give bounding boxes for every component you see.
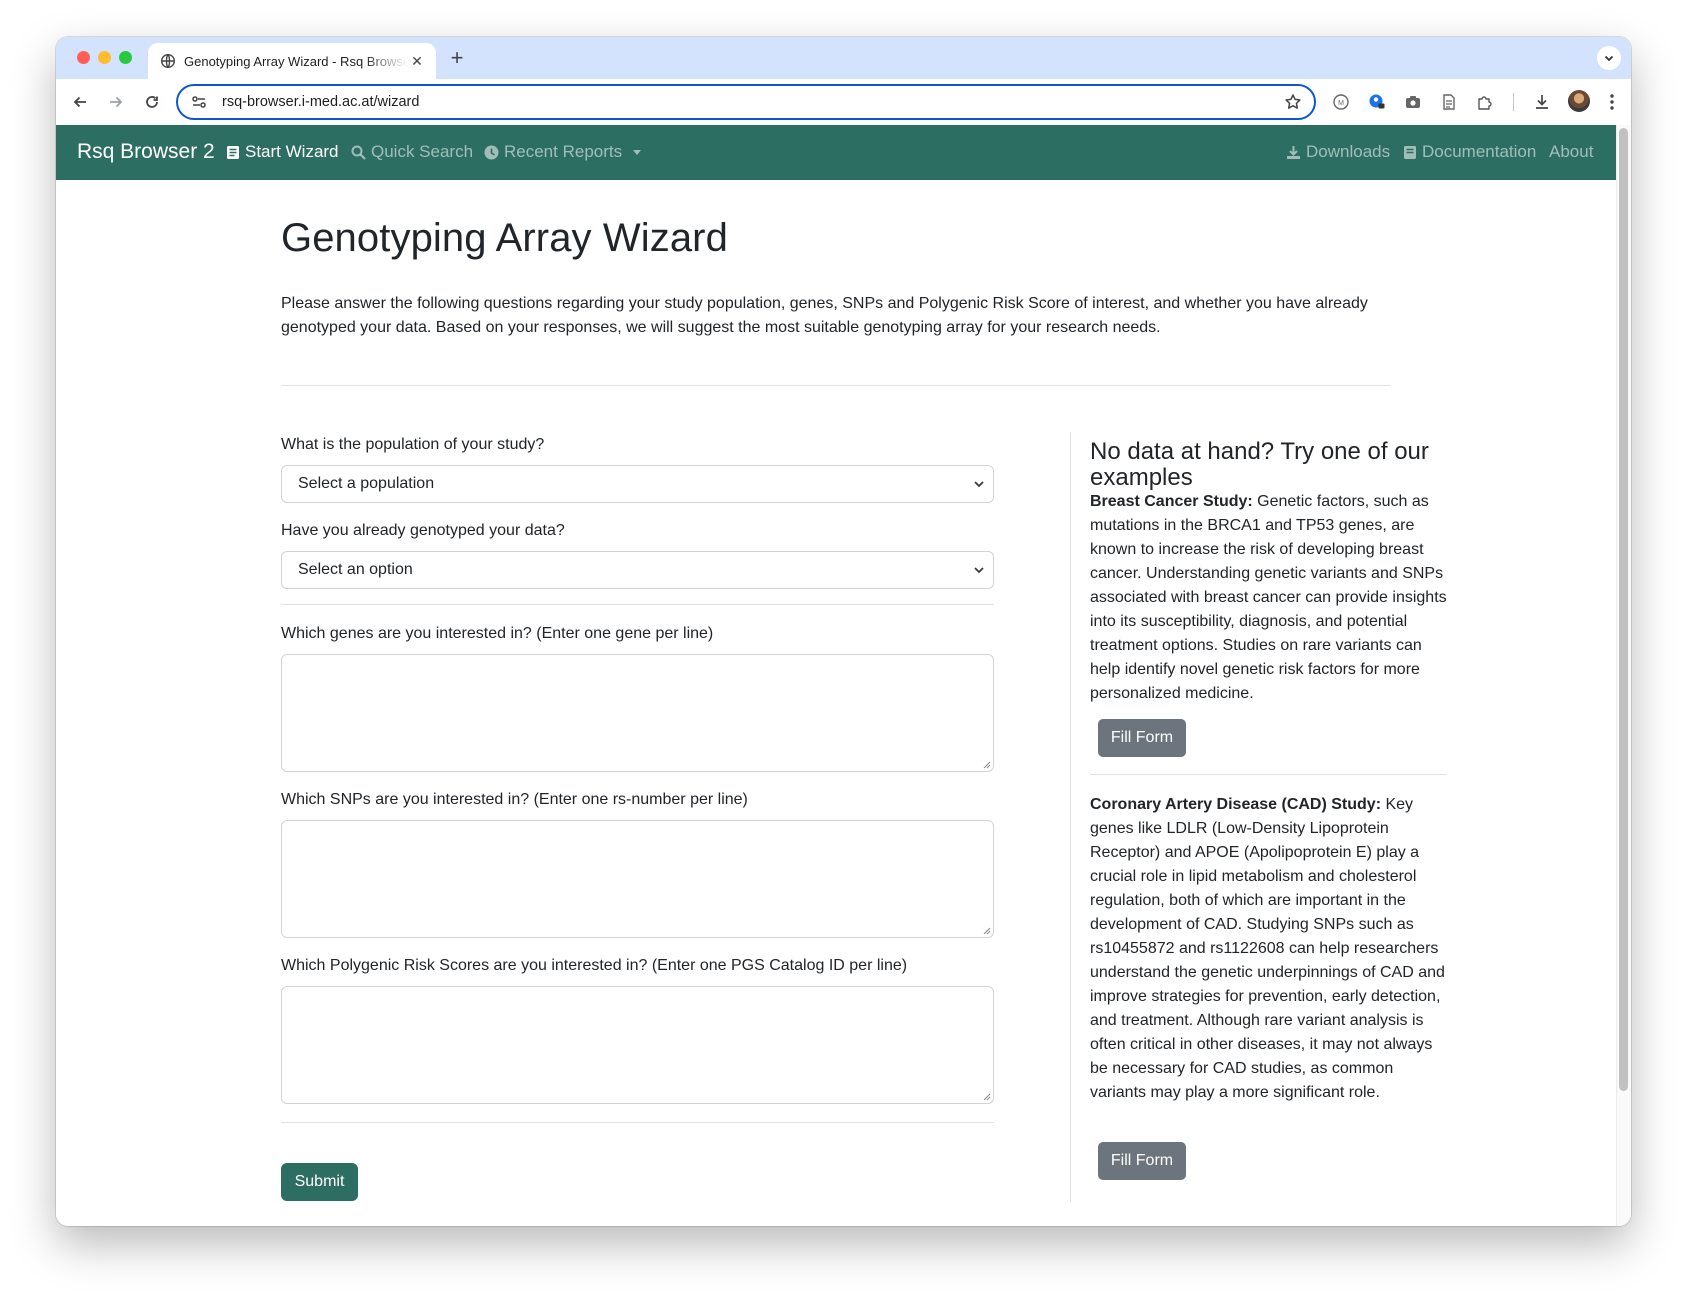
nav-quick-search[interactable]: Quick Search [351, 142, 473, 162]
snps-textarea[interactable] [281, 820, 994, 938]
tab-title: Genotyping Array Wizard - Rsq Browser 2 [184, 53, 408, 69]
section-divider [281, 385, 1391, 386]
genotyped-select-value: Select an option [298, 561, 413, 578]
scrollbar-thumb[interactable] [1619, 128, 1628, 1091]
example-cad-text: Coronary Artery Disease (CAD) Study: Key… [1090, 793, 1447, 1105]
fill-form-button-breast-cancer[interactable]: Fill Form [1098, 719, 1186, 757]
nav-downloads[interactable]: Downloads [1286, 142, 1390, 162]
page-viewport: Rsq Browser 2 Start Wizard Quick Search … [56, 125, 1631, 1226]
example-breast-cancer-text: Breast Cancer Study: Genetic factors, su… [1090, 490, 1447, 706]
browser-window: Genotyping Array Wizard - Rsq Browser 2 … [56, 37, 1631, 1226]
address-bar[interactable]: rsq-browser.i-med.ac.at/wizard [176, 84, 1316, 120]
forward-button[interactable] [104, 90, 128, 114]
genes-textarea[interactable] [281, 654, 994, 772]
site-info-icon[interactable] [190, 93, 208, 111]
minimize-window-button[interactable] [98, 51, 111, 64]
population-select-value: Select a population [298, 475, 435, 492]
browser-toolbar: rsq-browser.i-med.ac.at/wizard M [56, 79, 1631, 125]
form-divider [281, 604, 994, 605]
example-cad-title: Coronary Artery Disease (CAD) Study: [1090, 796, 1382, 813]
brand-link[interactable]: Rsq Browser 2 [77, 140, 215, 164]
genotyped-label: Have you already genotyped your data? [281, 522, 565, 539]
example-breast-cancer-title: Breast Cancer Study: [1090, 493, 1253, 510]
arrow-left-icon [73, 96, 86, 108]
arrow-right-icon [110, 96, 123, 108]
download-icon[interactable] [1531, 91, 1553, 113]
book-icon [1404, 145, 1416, 159]
snps-label: Which SNPs are you interested in? (Enter… [281, 791, 748, 808]
bookmark-star-icon[interactable] [1284, 93, 1302, 111]
camera-icon[interactable] [1402, 91, 1424, 113]
reload-button[interactable] [140, 90, 164, 114]
clock-icon [484, 145, 499, 159]
nav-about-label: About [1549, 142, 1594, 161]
population-label: What is the population of your study? [281, 436, 545, 453]
nav-recent-reports-label: Recent Reports [504, 142, 623, 161]
browser-tab[interactable]: Genotyping Array Wizard - Rsq Browser 2 … [148, 43, 436, 79]
nav-documentation-label: Documentation [1422, 142, 1537, 161]
document-icon[interactable] [1438, 91, 1460, 113]
chevron-down-icon [973, 564, 985, 576]
examples-heading: No data at hand? Try one of our examples [1090, 438, 1429, 491]
nav-documentation[interactable]: Documentation [1403, 142, 1536, 162]
search-icon [351, 145, 366, 160]
chevron-down-icon [973, 478, 985, 490]
resize-grip-icon[interactable] [982, 760, 991, 769]
extension-profile-lock-icon[interactable] [1366, 91, 1388, 113]
maximize-window-button[interactable] [119, 51, 132, 64]
url-text: rsq-browser.i-med.ac.at/wizard [222, 94, 420, 110]
extension-m-icon[interactable]: M [1330, 91, 1352, 113]
scrollbar[interactable] [1616, 125, 1631, 1226]
nav-start-wizard-label: Start Wizard [245, 142, 339, 161]
submit-button[interactable]: Submit [281, 1163, 358, 1201]
nav-recent-reports[interactable]: Recent Reports [484, 142, 642, 162]
example-cad-body: Key genes like LDLR (Low-Density Lipopro… [1090, 796, 1445, 1101]
window-controls [77, 51, 132, 64]
resize-grip-icon[interactable] [982, 926, 991, 935]
population-select[interactable]: Select a population [281, 465, 994, 503]
tab-search-button[interactable] [1597, 46, 1621, 70]
back-button[interactable] [68, 90, 92, 114]
extensions-puzzle-icon[interactable] [1474, 91, 1496, 113]
svg-text:M: M [1338, 100, 1344, 107]
example-breast-cancer-body: Genetic factors, such as mutations in th… [1090, 493, 1447, 702]
intro-text: Please answer the following questions re… [281, 295, 1368, 336]
toolbar-divider [1513, 93, 1514, 111]
page-title: Genotyping Array Wizard [281, 216, 728, 260]
site-navbar: Rsq Browser 2 Start Wizard Quick Search … [56, 125, 1616, 180]
more-menu-icon[interactable] [1601, 91, 1623, 113]
genes-label: Which genes are you interested in? (Ente… [281, 625, 714, 642]
close-window-button[interactable] [77, 51, 90, 64]
globe-icon [160, 53, 176, 69]
tab-bar: Genotyping Array Wizard - Rsq Browser 2 … [56, 37, 1631, 79]
profile-avatar[interactable] [1568, 90, 1590, 112]
close-tab-icon[interactable]: ✕ [408, 52, 426, 70]
download-icon [1287, 145, 1300, 159]
nav-about[interactable]: About [1549, 142, 1593, 162]
chevron-down-icon [1604, 55, 1614, 62]
form-divider [281, 1122, 994, 1123]
prs-label: Which Polygenic Risk Scores are you inte… [281, 957, 908, 974]
nav-downloads-label: Downloads [1306, 142, 1391, 161]
examples-divider [1090, 774, 1447, 775]
dropdown-caret-icon [633, 149, 642, 155]
book-icon [227, 145, 239, 159]
prs-textarea[interactable] [281, 986, 994, 1104]
nav-start-wizard[interactable]: Start Wizard [226, 142, 339, 162]
new-tab-button[interactable]: + [446, 47, 468, 69]
reload-icon [146, 96, 158, 108]
column-divider [1070, 432, 1071, 1202]
fill-form-button-cad[interactable]: Fill Form [1098, 1142, 1186, 1180]
genotyped-select[interactable]: Select an option [281, 551, 994, 589]
nav-quick-search-label: Quick Search [371, 142, 474, 161]
resize-grip-icon[interactable] [982, 1092, 991, 1101]
